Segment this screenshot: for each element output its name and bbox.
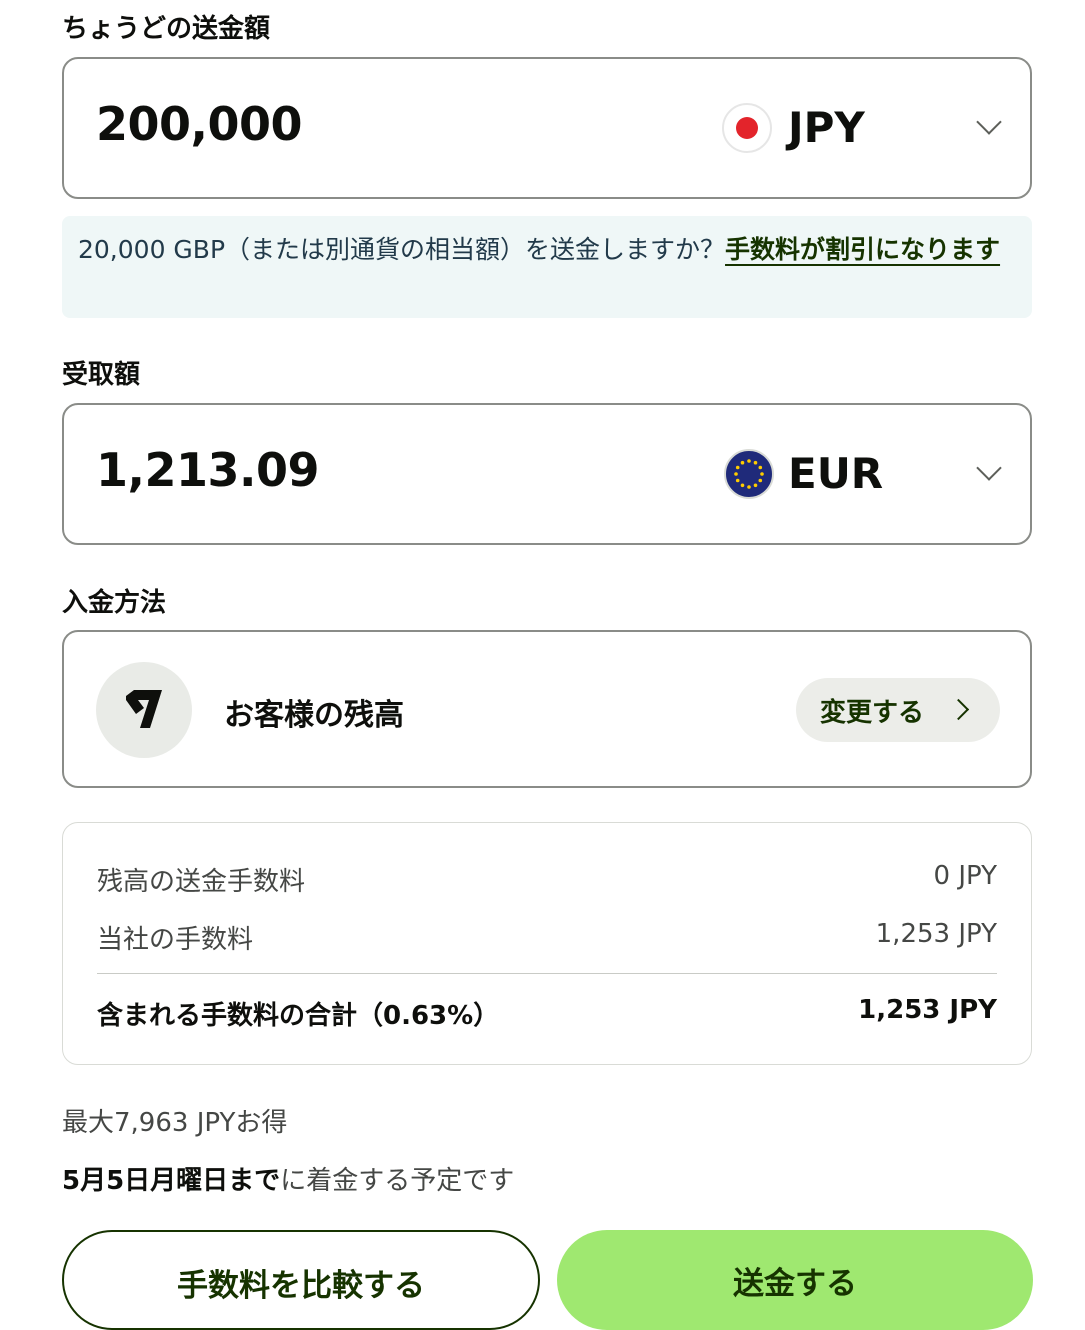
fee-row: 残高の送金手数料 0 JPY [97,861,997,898]
receive-amount-label: 受取額 [62,360,141,390]
arrival-estimate: 5月5日月曜日までに着金する予定です [62,1160,514,1197]
send-amount-field[interactable]: 200,000 JPY [62,57,1032,199]
fees-divider [97,973,997,974]
payment-method-name: お客様の残高 [224,698,404,733]
compare-fees-button[interactable]: 手数料を比較する [62,1230,540,1330]
japan-flag-icon [722,103,772,153]
receive-amount-input[interactable]: 1,213.09 [96,443,320,497]
savings-text: 最大7,963 JPYお得 [62,1108,288,1138]
wise-logo-icon [96,662,192,758]
send-button-label: 送金する [733,1266,857,1302]
fee-total-label: 含まれる手数料の合計（0.63%） [97,1001,500,1031]
compare-fees-label: 手数料を比較する [177,1268,425,1304]
receive-amount-field[interactable]: 1,213.09 EUR [62,403,1032,545]
send-currency-selector[interactable]: JPY [714,59,974,197]
arrival-suffix: に着金する予定です [280,1166,515,1196]
payment-method-label: 入金方法 [62,588,167,618]
discount-notice-link[interactable]: 手数料が割引になります [725,235,1000,264]
fee-total-row: 含まれる手数料の合計（0.63%） 1,253 JPY [97,995,997,1032]
receive-currency-code: EUR [788,449,884,498]
chevron-down-icon[interactable] [976,109,1002,135]
change-button-label: 変更する [820,698,925,728]
discount-notice-text: 20,000 GBP（または別通貨の相当額）を送金しますか？ [78,235,726,264]
send-currency-code: JPY [788,103,865,152]
fee-row-value: 1,253 JPY [875,919,997,949]
change-payment-method-button[interactable]: 変更する [796,678,1000,742]
fee-row-label: 当社の手数料 [97,925,254,955]
arrival-date: 5月5日月曜日まで [62,1166,281,1196]
chevron-right-icon [947,698,970,721]
send-button[interactable]: 送金する [557,1230,1033,1330]
fee-row: 当社の手数料 1,253 JPY [97,919,997,956]
discount-notice: 20,000 GBP（または別通貨の相当額）を送金しますか？手数料が割引になりま… [62,216,1032,318]
send-amount-label: ちょうどの送金額 [62,14,271,44]
eu-flag-icon [724,449,774,499]
payment-method-card[interactable]: お客様の残高 変更する [62,630,1032,788]
fees-summary: 残高の送金手数料 0 JPY 当社の手数料 1,253 JPY 含まれる手数料の… [62,822,1032,1065]
fee-row-label: 残高の送金手数料 [97,867,306,897]
send-amount-input[interactable]: 200,000 [96,97,303,151]
fee-row-value: 0 JPY [933,861,997,891]
chevron-down-icon[interactable] [976,455,1002,481]
receive-currency-selector[interactable]: EUR [714,405,974,543]
fee-total-value: 1,253 JPY [858,995,997,1025]
